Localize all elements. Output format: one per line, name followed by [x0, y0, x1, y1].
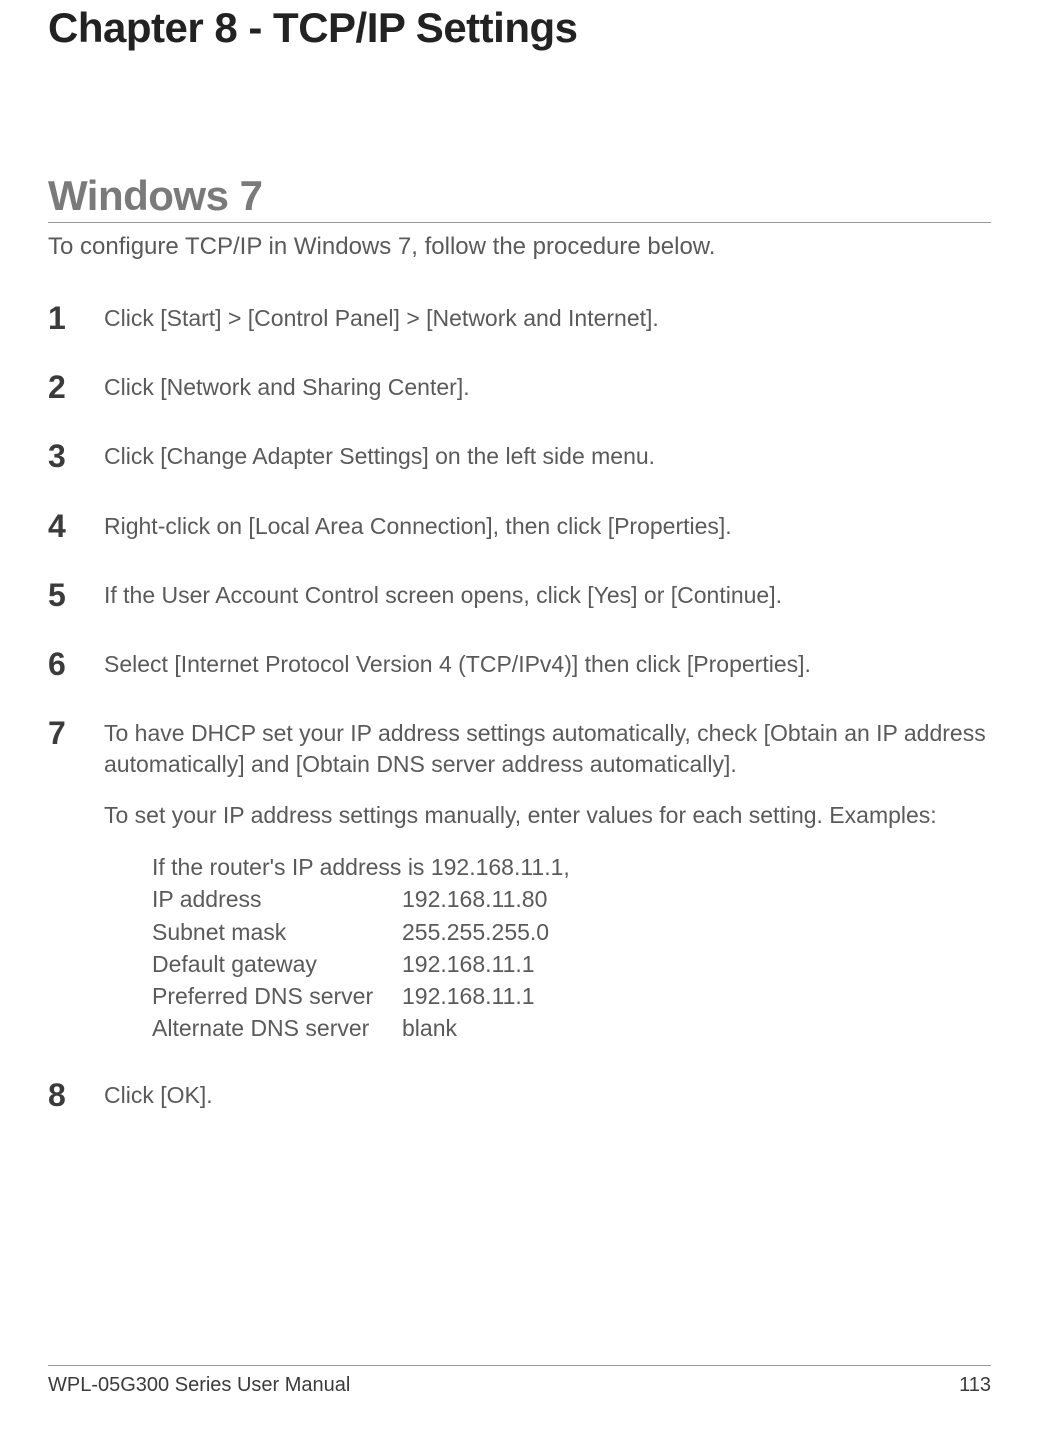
step-number: 5: [48, 578, 104, 613]
step-item: 8 Click [OK].: [48, 1078, 991, 1113]
example-row: Default gateway 192.168.11.1: [152, 948, 991, 980]
step-text: If the User Account Control screen opens…: [104, 578, 991, 611]
step-text: Click [OK].: [104, 1078, 991, 1111]
example-row: Subnet mask 255.255.255.0: [152, 916, 991, 948]
step7-para2: To set your IP address settings manually…: [104, 800, 991, 831]
example-value: 192.168.11.1: [402, 948, 535, 980]
step-text: Click [Network and Sharing Center].: [104, 370, 991, 403]
page-footer: WPL-05G300 Series User Manual 113: [48, 1365, 991, 1397]
step-item: 1 Click [Start] > [Control Panel] > [Net…: [48, 301, 991, 336]
example-label: Subnet mask: [152, 916, 402, 948]
step-number: 8: [48, 1078, 104, 1113]
step-number: 2: [48, 370, 104, 405]
example-value: blank: [402, 1012, 457, 1044]
example-intro-text: If the router's IP address is 192.168.11…: [152, 851, 570, 883]
step-item: 3 Click [Change Adapter Settings] on the…: [48, 439, 991, 474]
example-row: Alternate DNS server blank: [152, 1012, 991, 1044]
step-text: Click [Change Adapter Settings] on the l…: [104, 439, 991, 472]
step7-para1: To have DHCP set your IP address setting…: [104, 718, 991, 780]
step-number: 3: [48, 439, 104, 474]
step-text: To have DHCP set your IP address setting…: [104, 716, 991, 1044]
step-item: 7 To have DHCP set your IP address setti…: [48, 716, 991, 1044]
example-label: Alternate DNS server: [152, 1012, 402, 1044]
step-number: 4: [48, 509, 104, 544]
footer-page-number: 113: [959, 1374, 991, 1397]
chapter-title: Chapter 8 - TCP/IP Settings: [48, 0, 991, 52]
intro-text: To configure TCP/IP in Windows 7, follow…: [48, 233, 991, 261]
step-item: 5 If the User Account Control screen ope…: [48, 578, 991, 613]
example-row: Preferred DNS server 192.168.11.1: [152, 980, 991, 1012]
example-intro: If the router's IP address is 192.168.11…: [152, 851, 991, 883]
example-label: IP address: [152, 883, 402, 915]
step-item: 4 Right-click on [Local Area Connection]…: [48, 509, 991, 544]
step-item: 6 Select [Internet Protocol Version 4 (T…: [48, 647, 991, 682]
example-value: 192.168.11.1: [402, 980, 535, 1012]
footer-manual-name: WPL-05G300 Series User Manual: [48, 1374, 350, 1397]
step-item: 2 Click [Network and Sharing Center].: [48, 370, 991, 405]
example-label: Default gateway: [152, 948, 402, 980]
example-block: If the router's IP address is 192.168.11…: [104, 851, 991, 1044]
step-number: 7: [48, 716, 104, 751]
step-number: 6: [48, 647, 104, 682]
steps-list: 1 Click [Start] > [Control Panel] > [Net…: [48, 301, 991, 1114]
example-row: IP address 192.168.11.80: [152, 883, 991, 915]
step-text: Click [Start] > [Control Panel] > [Netwo…: [104, 301, 991, 334]
section-title: Windows 7: [48, 172, 991, 223]
step-number: 1: [48, 301, 104, 336]
example-value: 192.168.11.80: [402, 883, 547, 915]
example-label: Preferred DNS server: [152, 980, 402, 1012]
step-text: Select [Internet Protocol Version 4 (TCP…: [104, 647, 991, 680]
example-value: 255.255.255.0: [402, 916, 549, 948]
step-text: Right-click on [Local Area Connection], …: [104, 509, 991, 542]
